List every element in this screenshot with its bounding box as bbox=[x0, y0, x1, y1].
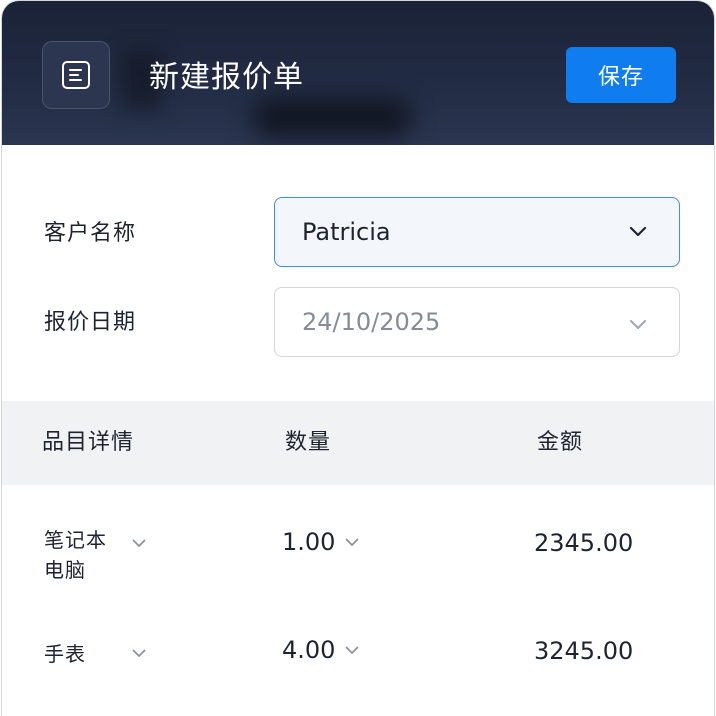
chevron-down-icon bbox=[629, 319, 647, 331]
customer-select[interactable]: Patricia bbox=[274, 197, 680, 267]
chevron-down-icon[interactable] bbox=[132, 649, 146, 658]
chevron-down-icon bbox=[345, 538, 359, 547]
amount-value: 3245.00 bbox=[534, 637, 634, 665]
save-button[interactable]: 保存 bbox=[566, 47, 676, 103]
column-header-item: 品目详情 bbox=[42, 430, 135, 455]
customer-select-value: Patricia bbox=[302, 218, 391, 246]
document-list-icon bbox=[62, 61, 90, 89]
quote-date-value: 24/10/2025 bbox=[302, 308, 441, 336]
customer-name-label: 客户名称 bbox=[44, 221, 137, 246]
quantity-value: 4.00 bbox=[282, 636, 336, 664]
header-bar: 新建报价单 保存 bbox=[2, 1, 714, 145]
quantity-value: 1.00 bbox=[282, 528, 336, 556]
chevron-down-icon bbox=[345, 646, 359, 655]
quote-date-label: 报价日期 bbox=[44, 310, 137, 335]
chevron-down-icon[interactable] bbox=[132, 539, 146, 548]
chevron-down-icon bbox=[629, 226, 647, 238]
menu-button[interactable] bbox=[42, 41, 110, 109]
item-name: 笔记本电脑 bbox=[44, 528, 107, 582]
item-name: 手表 bbox=[44, 642, 86, 666]
table-header: 品目详情 数量 金额 bbox=[2, 401, 714, 485]
quantity-dropdown[interactable]: 4.00 bbox=[282, 636, 359, 664]
header-shadow bbox=[252, 99, 412, 137]
quantity-dropdown[interactable]: 1.00 bbox=[282, 528, 359, 556]
amount-value: 2345.00 bbox=[534, 529, 634, 557]
quote-form-window: 新建报价单 保存 客户名称 Patricia 报价日期 24/10/2025 品… bbox=[1, 0, 715, 716]
page-title: 新建报价单 bbox=[149, 60, 304, 95]
column-header-amount: 金额 bbox=[537, 430, 584, 455]
column-header-quantity: 数量 bbox=[285, 430, 332, 455]
quote-date-select[interactable]: 24/10/2025 bbox=[274, 287, 680, 357]
